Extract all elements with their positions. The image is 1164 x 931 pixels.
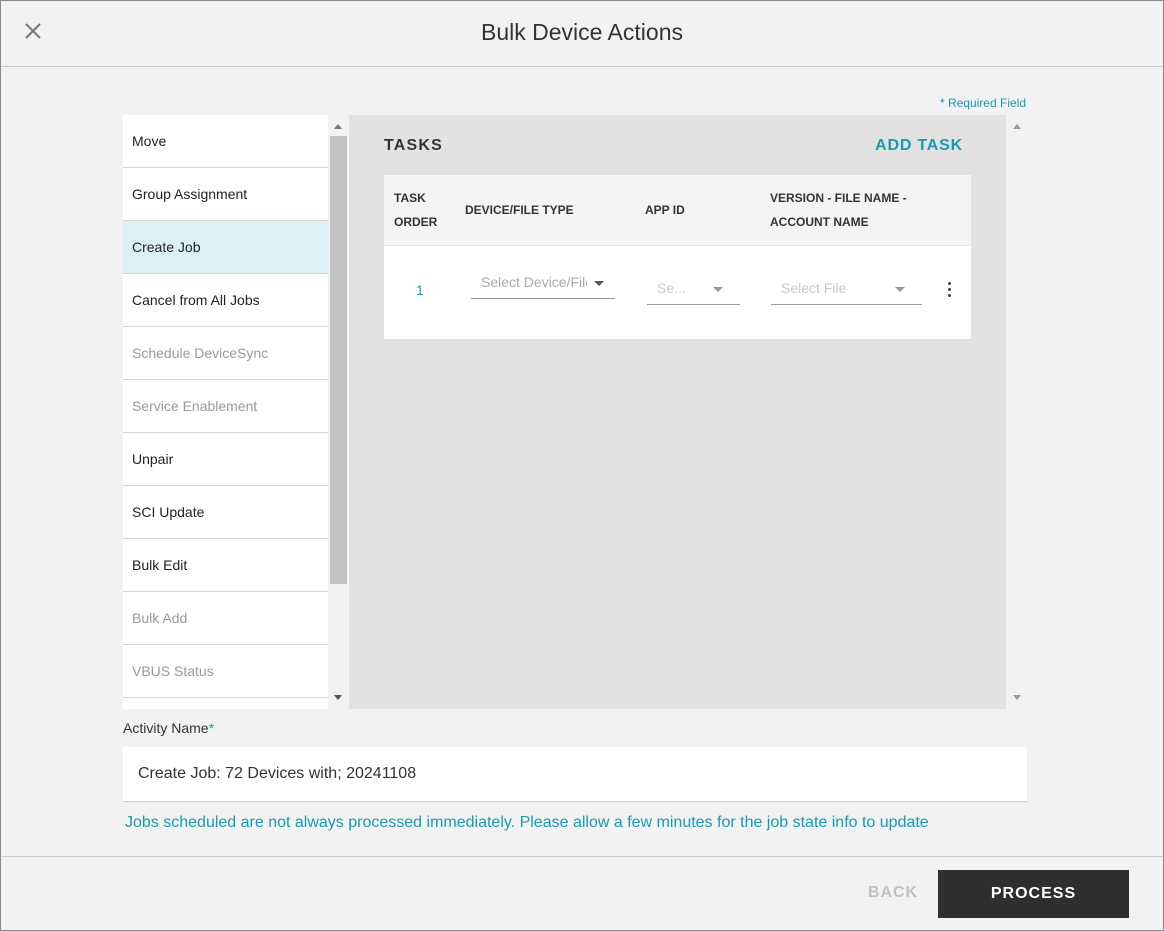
action-item-cancel-from-all-jobs[interactable]: Cancel from All Jobs [123, 274, 328, 327]
process-button[interactable]: PROCESS [938, 870, 1129, 918]
required-asterisk: * [208, 720, 215, 736]
tasks-title: TASKS [384, 137, 444, 154]
action-item-vbus-status: VBUS Status [123, 645, 328, 698]
chevron-down-icon [895, 287, 905, 292]
task-order-value: 1 [416, 282, 424, 298]
action-item-create-job[interactable]: Create Job [123, 221, 328, 274]
scroll-up-arrow-icon[interactable] [334, 124, 342, 129]
action-item-sci-update[interactable]: SCI Update [123, 486, 328, 539]
scroll-down-arrow-icon[interactable] [334, 695, 342, 700]
app-id-placeholder: Se... [657, 280, 686, 296]
action-item-unpair[interactable]: Unpair [123, 433, 328, 486]
task-table-header: TASK ORDER DEVICE/FILE TYPE APP ID VERSI… [384, 175, 971, 246]
device-file-type-select[interactable]: Select Device/File Type [471, 269, 615, 299]
action-list-scrollbar[interactable] [329, 115, 348, 709]
action-item-move[interactable]: Move [123, 115, 328, 168]
chevron-down-icon [594, 281, 604, 286]
action-item-group-assignment[interactable]: Group Assignment [123, 168, 328, 221]
scrollbar-thumb[interactable] [330, 136, 347, 584]
required-field-note: * Required Field [939, 96, 1026, 110]
action-item-schedule-devicesync: Schedule DeviceSync [123, 327, 328, 380]
column-header-version-line1: VERSION - FILE NAME - [770, 191, 907, 205]
action-item-service-enablement: Service Enablement [123, 380, 328, 433]
select-file-dropdown[interactable]: Select File [771, 275, 922, 305]
select-file-placeholder: Select File [781, 280, 847, 296]
more-options-icon[interactable] [946, 282, 952, 300]
chevron-down-icon [713, 287, 723, 292]
tasks-panel-scrollbar[interactable] [1009, 115, 1025, 709]
task-row: 1 Select Device/File Type Se... Select F… [384, 246, 971, 339]
scroll-down-arrow-icon[interactable] [1013, 695, 1021, 700]
dialog-header: Bulk Device Actions [1, 1, 1163, 67]
column-header-version: VERSION - FILE NAME - ACCOUNT NAME [770, 186, 907, 234]
app-id-select[interactable]: Se... [647, 275, 740, 305]
column-header-task-order-line2: ORDER [394, 215, 438, 229]
column-header-version-line2: ACCOUNT NAME [770, 215, 869, 229]
device-file-type-placeholder: Select Device/File Type [481, 274, 587, 290]
back-button[interactable]: BACK [861, 877, 925, 909]
column-header-task-order: TASK ORDER [394, 186, 437, 234]
action-item-bulk-add: Bulk Add [123, 592, 328, 645]
activity-name-label: Activity Name* [123, 720, 214, 736]
activity-name-input[interactable] [123, 747, 1027, 802]
column-header-app-id: APP ID [645, 203, 685, 217]
add-task-button[interactable]: ADD TASK [875, 137, 963, 155]
action-list: Move Group Assignment Create Job Cancel … [123, 115, 328, 709]
column-header-task-order-line1: TASK [394, 191, 426, 205]
dialog-title: Bulk Device Actions [481, 19, 683, 45]
footer-divider [1, 856, 1163, 857]
activity-name-label-text: Activity Name [123, 720, 209, 736]
scroll-up-arrow-icon[interactable] [1013, 124, 1021, 129]
job-schedule-info-text: Jobs scheduled are not always processed … [125, 814, 929, 831]
task-table: TASK ORDER DEVICE/FILE TYPE APP ID VERSI… [384, 175, 971, 339]
bulk-device-actions-dialog: Bulk Device Actions * Required Field Mov… [0, 0, 1164, 931]
action-item-bulk-edit[interactable]: Bulk Edit [123, 539, 328, 592]
column-header-device-type: DEVICE/FILE TYPE [465, 203, 574, 217]
tasks-panel: TASKS ADD TASK TASK ORDER DEVICE/FILE TY… [349, 115, 1006, 709]
